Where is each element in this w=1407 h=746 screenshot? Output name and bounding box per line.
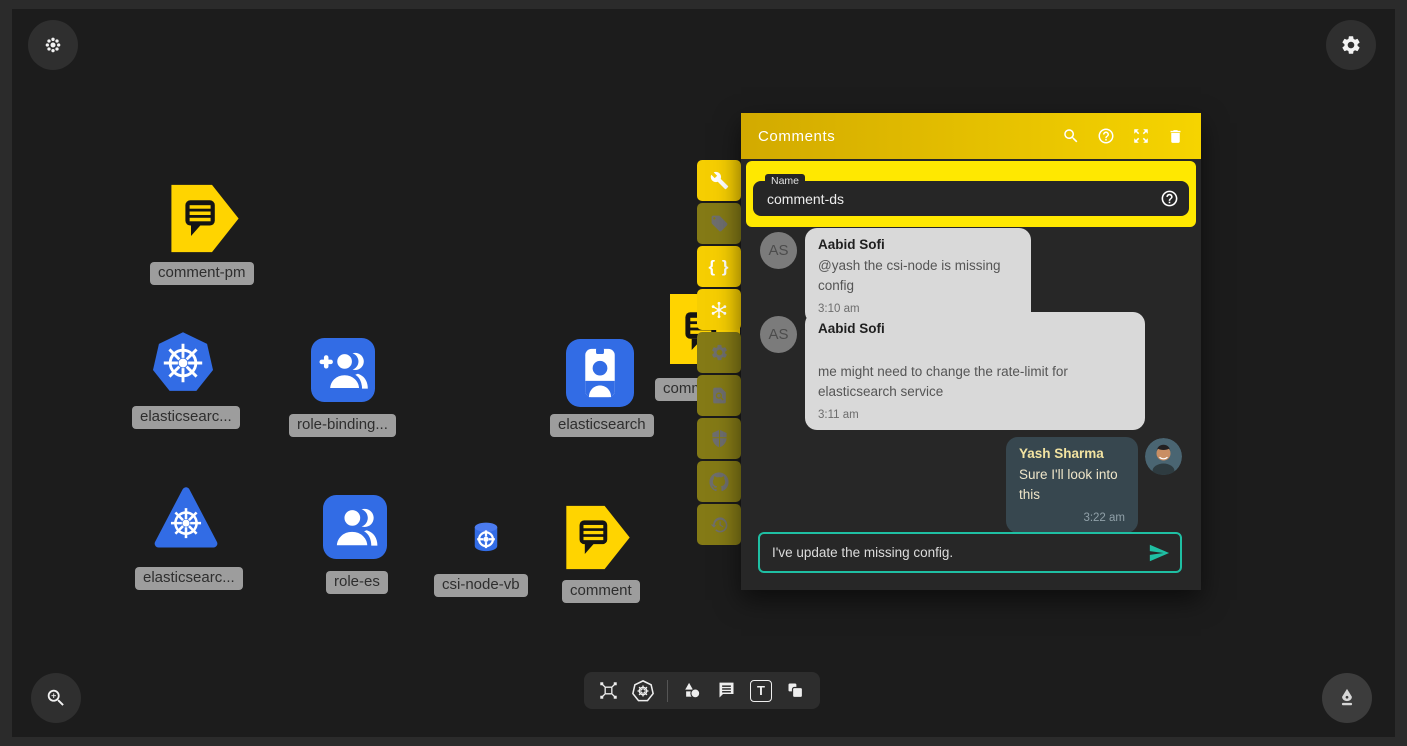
storage-cylinder-icon (468, 517, 504, 557)
comments-panel-header[interactable]: Comments (741, 113, 1201, 159)
message-text: me might need to change the rate-limit f… (818, 362, 1132, 403)
graph-view-button[interactable] (598, 680, 619, 701)
comments-panel: Comments Name (741, 113, 1201, 590)
name-help-icon[interactable] (1160, 189, 1179, 213)
wrench-tool-button[interactable] (697, 160, 741, 201)
node-label: role-es (326, 571, 388, 594)
pen-nib-icon (1336, 687, 1358, 709)
chat-input[interactable] (760, 534, 1180, 571)
node-role-binding[interactable] (311, 338, 375, 402)
search-icon[interactable] (1062, 127, 1080, 145)
note-tool-button[interactable] (785, 680, 806, 701)
meshery-logo-icon (709, 300, 729, 320)
chat-input-wrap (758, 532, 1182, 573)
node-csi-node-vb[interactable] (468, 517, 504, 557)
settings-button[interactable] (1326, 20, 1376, 70)
expand-icon[interactable] (1132, 127, 1150, 145)
zoom-button[interactable] (31, 673, 81, 723)
shield-icon (710, 429, 729, 448)
doc-search-tool-button[interactable] (697, 375, 741, 416)
document-search-icon (710, 386, 729, 405)
zoom-in-icon (45, 687, 67, 709)
kubernetes-icon (151, 331, 215, 395)
node-label: elasticsearch (550, 414, 654, 437)
braces-icon: { } (709, 257, 730, 277)
comment-pennant-icon (565, 504, 631, 571)
comment-icon (716, 680, 737, 701)
chat-message: Aabid Sofi @yash the csi-node is missing… (805, 228, 1031, 324)
braces-tool-button[interactable]: { } (697, 246, 741, 287)
github-icon (709, 472, 729, 492)
shapes-icon (681, 680, 703, 702)
panel-actions (1062, 127, 1184, 145)
service-account-icon (566, 338, 634, 408)
canvas-bottom-toolbar: T (584, 672, 820, 709)
pen-button[interactable] (1322, 673, 1372, 723)
github-tool-button[interactable] (697, 461, 741, 502)
settings-tool-button[interactable] (697, 332, 741, 373)
send-icon[interactable] (1148, 542, 1170, 569)
name-input[interactable] (753, 181, 1189, 216)
avatar-photo (1145, 438, 1182, 475)
history-tool-button[interactable] (697, 504, 741, 545)
node-role-es[interactable] (323, 495, 387, 559)
add-user-icon (311, 338, 375, 402)
shapes-tool-button[interactable] (681, 680, 703, 702)
node-label: elasticsearc... (135, 567, 243, 590)
node-label: csi-node-vb (434, 574, 528, 597)
design-canvas-app: comment-pm elasticsearc... role-binding.… (0, 0, 1407, 746)
message-text: @yash the csi-node is missing config (818, 256, 1018, 297)
message-time: 3:22 am (1019, 512, 1125, 524)
message-text: Sure I'll look into this (1019, 465, 1125, 506)
meshery-logo-icon (43, 35, 63, 55)
graph-icon (598, 680, 619, 701)
history-icon (710, 515, 729, 534)
gear-icon (710, 343, 729, 362)
node-tools-strip: { } (697, 160, 741, 545)
help-icon[interactable] (1097, 127, 1115, 145)
node-comment-pm[interactable] (170, 182, 240, 255)
shield-tool-button[interactable] (697, 418, 741, 459)
toolbar-divider (667, 680, 668, 702)
users-icon (323, 495, 387, 559)
kubernetes-icon (632, 680, 654, 702)
avatar: AS (760, 316, 797, 353)
node-comment[interactable] (565, 504, 631, 571)
name-field-wrap: Name (753, 181, 1189, 216)
app-logo-button[interactable] (28, 20, 78, 70)
tag-tool-button[interactable] (697, 203, 741, 244)
note-icon (785, 680, 806, 701)
user-photo (1145, 438, 1182, 475)
chat-message: Yash Sharma Sure I'll look into this 3:2… (1006, 437, 1138, 533)
delete-icon[interactable] (1167, 128, 1184, 145)
text-tool-icon: T (750, 680, 772, 702)
avatar: AS (760, 232, 797, 269)
comment-tool-button[interactable] (716, 680, 737, 701)
node-elasticsearch-heptagon[interactable] (151, 331, 215, 395)
name-field-section: Name (746, 161, 1196, 227)
kubernetes-view-button[interactable] (632, 680, 654, 702)
chat-message: Aabid Sofi me might need to change the r… (805, 312, 1145, 430)
wrench-icon (710, 171, 729, 190)
tag-icon (710, 214, 729, 233)
kubernetes-icon (154, 486, 218, 550)
node-label: comment (562, 580, 640, 603)
comment-pennant-icon (170, 182, 240, 255)
message-time: 3:11 am (818, 409, 1132, 421)
node-label: elasticsearc... (132, 406, 240, 429)
node-label: role-binding... (289, 414, 396, 437)
message-author: Yash Sharma (1019, 446, 1125, 461)
message-author: Aabid Sofi (818, 237, 1018, 252)
message-author: Aabid Sofi (818, 321, 1132, 336)
node-elasticsearch-triangle[interactable] (154, 486, 218, 550)
gear-icon (1340, 34, 1362, 56)
meshery-tool-button[interactable] (697, 289, 741, 330)
text-tool-button[interactable]: T (750, 680, 772, 702)
node-elasticsearch-sa[interactable] (566, 338, 634, 408)
panel-title: Comments (758, 128, 835, 145)
node-label: comment-pm (150, 262, 254, 285)
